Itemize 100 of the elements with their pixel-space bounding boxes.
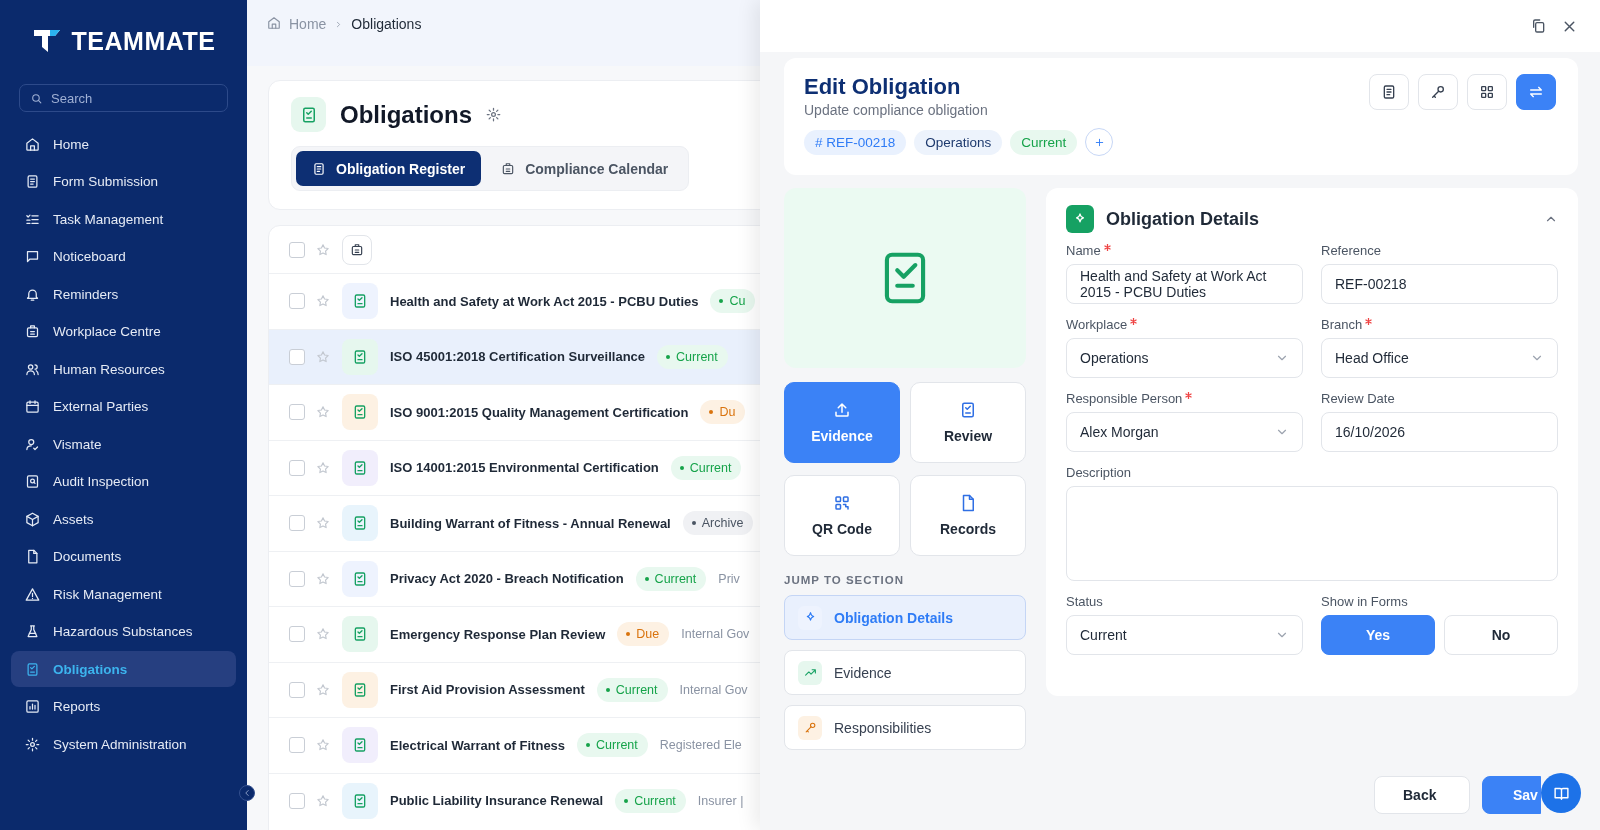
star-icon[interactable] [316, 682, 330, 697]
chevron-left-icon [242, 788, 252, 798]
toggle-option[interactable]: Yes [1321, 615, 1435, 655]
add-tag-button[interactable] [1085, 128, 1114, 156]
action-tile[interactable]: Review [910, 382, 1026, 463]
breadcrumb-current: Obligations [351, 16, 422, 32]
sidebar-item[interactable]: External Parties [11, 388, 236, 425]
star-icon[interactable] [316, 242, 330, 257]
star-shape [316, 349, 330, 364]
sidebar-item[interactable]: Vismate [11, 426, 236, 462]
drawer-subtitle: Update compliance obligation [804, 102, 989, 118]
star-icon[interactable] [316, 516, 330, 531]
star-shape [316, 242, 330, 257]
sidebar-item[interactable]: System Administration [11, 726, 236, 762]
list-row[interactable]: ISO 45001:2018 Certification Surveillance Current [269, 328, 760, 384]
calendar-icon [25, 399, 40, 414]
checkbox[interactable] [289, 681, 305, 698]
status-badge: Due [617, 622, 670, 647]
search-icon [30, 92, 43, 105]
select-field[interactable]: Operations [1066, 338, 1303, 378]
sidebar-item[interactable]: Reports [11, 688, 236, 725]
star-shape [316, 738, 330, 753]
checkbox[interactable] [289, 348, 305, 365]
clipboard-icon [352, 792, 368, 809]
sidebar-item[interactable]: Risk Management [11, 576, 236, 612]
row-detail: Internal Gov [681, 627, 750, 642]
star-icon[interactable] [316, 627, 330, 642]
row-title: First Aid Provision Assessment [390, 682, 585, 698]
warning-icon [25, 586, 40, 602]
star-icon[interactable] [316, 460, 330, 475]
help-button[interactable] [1541, 773, 1581, 813]
swap-icon [1528, 84, 1544, 100]
document-icon [25, 174, 40, 189]
checkbox[interactable] [289, 293, 305, 310]
plus-icon [1093, 136, 1105, 148]
checkbox[interactable] [289, 737, 305, 754]
section-link[interactable]: Evidence [784, 650, 1026, 695]
sidebar-item[interactable]: Human Resources [11, 351, 236, 387]
action-tile[interactable]: QR Code [784, 475, 900, 556]
tab[interactable]: Obligation Register [296, 151, 482, 186]
sidebar-item[interactable]: Assets [11, 501, 236, 537]
row-detail: Registered Ele [659, 738, 742, 753]
checkbox[interactable] [289, 459, 305, 476]
checkbox[interactable] [289, 515, 305, 532]
select-field[interactable]: Alex Morgan [1066, 412, 1303, 452]
checkbox[interactable] [289, 792, 305, 809]
select-field[interactable]: Head Office [1321, 338, 1558, 378]
tag: Current [1010, 129, 1078, 155]
chat-icon [25, 249, 40, 264]
search-field[interactable]: Search [19, 84, 228, 112]
action-tile[interactable]: Records [910, 475, 1026, 556]
input-field[interactable]: 16/10/2026 [1321, 412, 1558, 452]
checkbox[interactable] [289, 404, 305, 421]
name-field[interactable]: Health and Safety at Work Act 2015 - PCBU Duties [1066, 264, 1303, 304]
sidebar-item[interactable]: Home [11, 126, 236, 162]
field-label: Review Date [1321, 391, 1395, 406]
sidebar-item[interactable]: Obligations [11, 651, 236, 687]
tab[interactable]: Compliance Calendar [485, 151, 685, 186]
star-icon[interactable] [316, 571, 330, 586]
calendar-button[interactable] [342, 234, 372, 265]
description-field[interactable] [1066, 486, 1558, 581]
star-icon[interactable] [316, 738, 330, 753]
clipboard-check-icon [25, 661, 40, 677]
field-label: Branch [1321, 317, 1363, 332]
action-tile[interactable]: Evidence [784, 382, 900, 463]
cube-icon [25, 511, 40, 527]
sidebar-item[interactable]: Reminders [11, 276, 236, 312]
drawer-title: Edit Obligation [804, 74, 962, 100]
save-button[interactable]: Sav [1482, 776, 1541, 814]
toggle-option[interactable]: No [1444, 615, 1558, 655]
collapse-button[interactable] [239, 785, 255, 801]
star-icon[interactable] [316, 294, 330, 309]
checkbox[interactable] [289, 626, 305, 643]
sidebar-item[interactable]: Audit Inspection [11, 463, 236, 500]
back-button[interactable]: Back [1374, 776, 1470, 814]
logo-icon [31, 28, 62, 54]
select-field[interactable]: Current [1066, 615, 1303, 655]
star-icon[interactable] [316, 349, 330, 364]
sidebar-item[interactable]: Task Management [11, 201, 236, 237]
sidebar-item[interactable]: Documents [11, 538, 236, 575]
checkbox[interactable] [289, 241, 305, 258]
upload-icon [833, 401, 851, 419]
grid-icon [1479, 84, 1495, 100]
star-icon[interactable] [316, 405, 330, 420]
file-icon [25, 549, 40, 564]
sidebar-item[interactable]: Noticeboard [11, 238, 236, 275]
star-shape [316, 516, 330, 531]
sidebar-item[interactable]: Hazardous Substances [11, 613, 236, 650]
sidebar-item[interactable]: Form Submission [11, 163, 236, 200]
restore-button[interactable] [1531, 18, 1547, 34]
input-field[interactable]: REF-00218 [1321, 264, 1558, 304]
calendar-icon [350, 242, 364, 257]
star-shape [316, 627, 330, 642]
section-link[interactable]: Responsibilities [784, 705, 1026, 750]
star-icon[interactable] [316, 793, 330, 808]
restore-icon [1531, 18, 1547, 34]
checkbox[interactable] [289, 570, 305, 587]
sidebar-item[interactable]: Workplace Centre [11, 313, 236, 350]
clipboard-icon [352, 681, 368, 698]
row-title: Electrical Warrant of Fitness [390, 737, 566, 753]
